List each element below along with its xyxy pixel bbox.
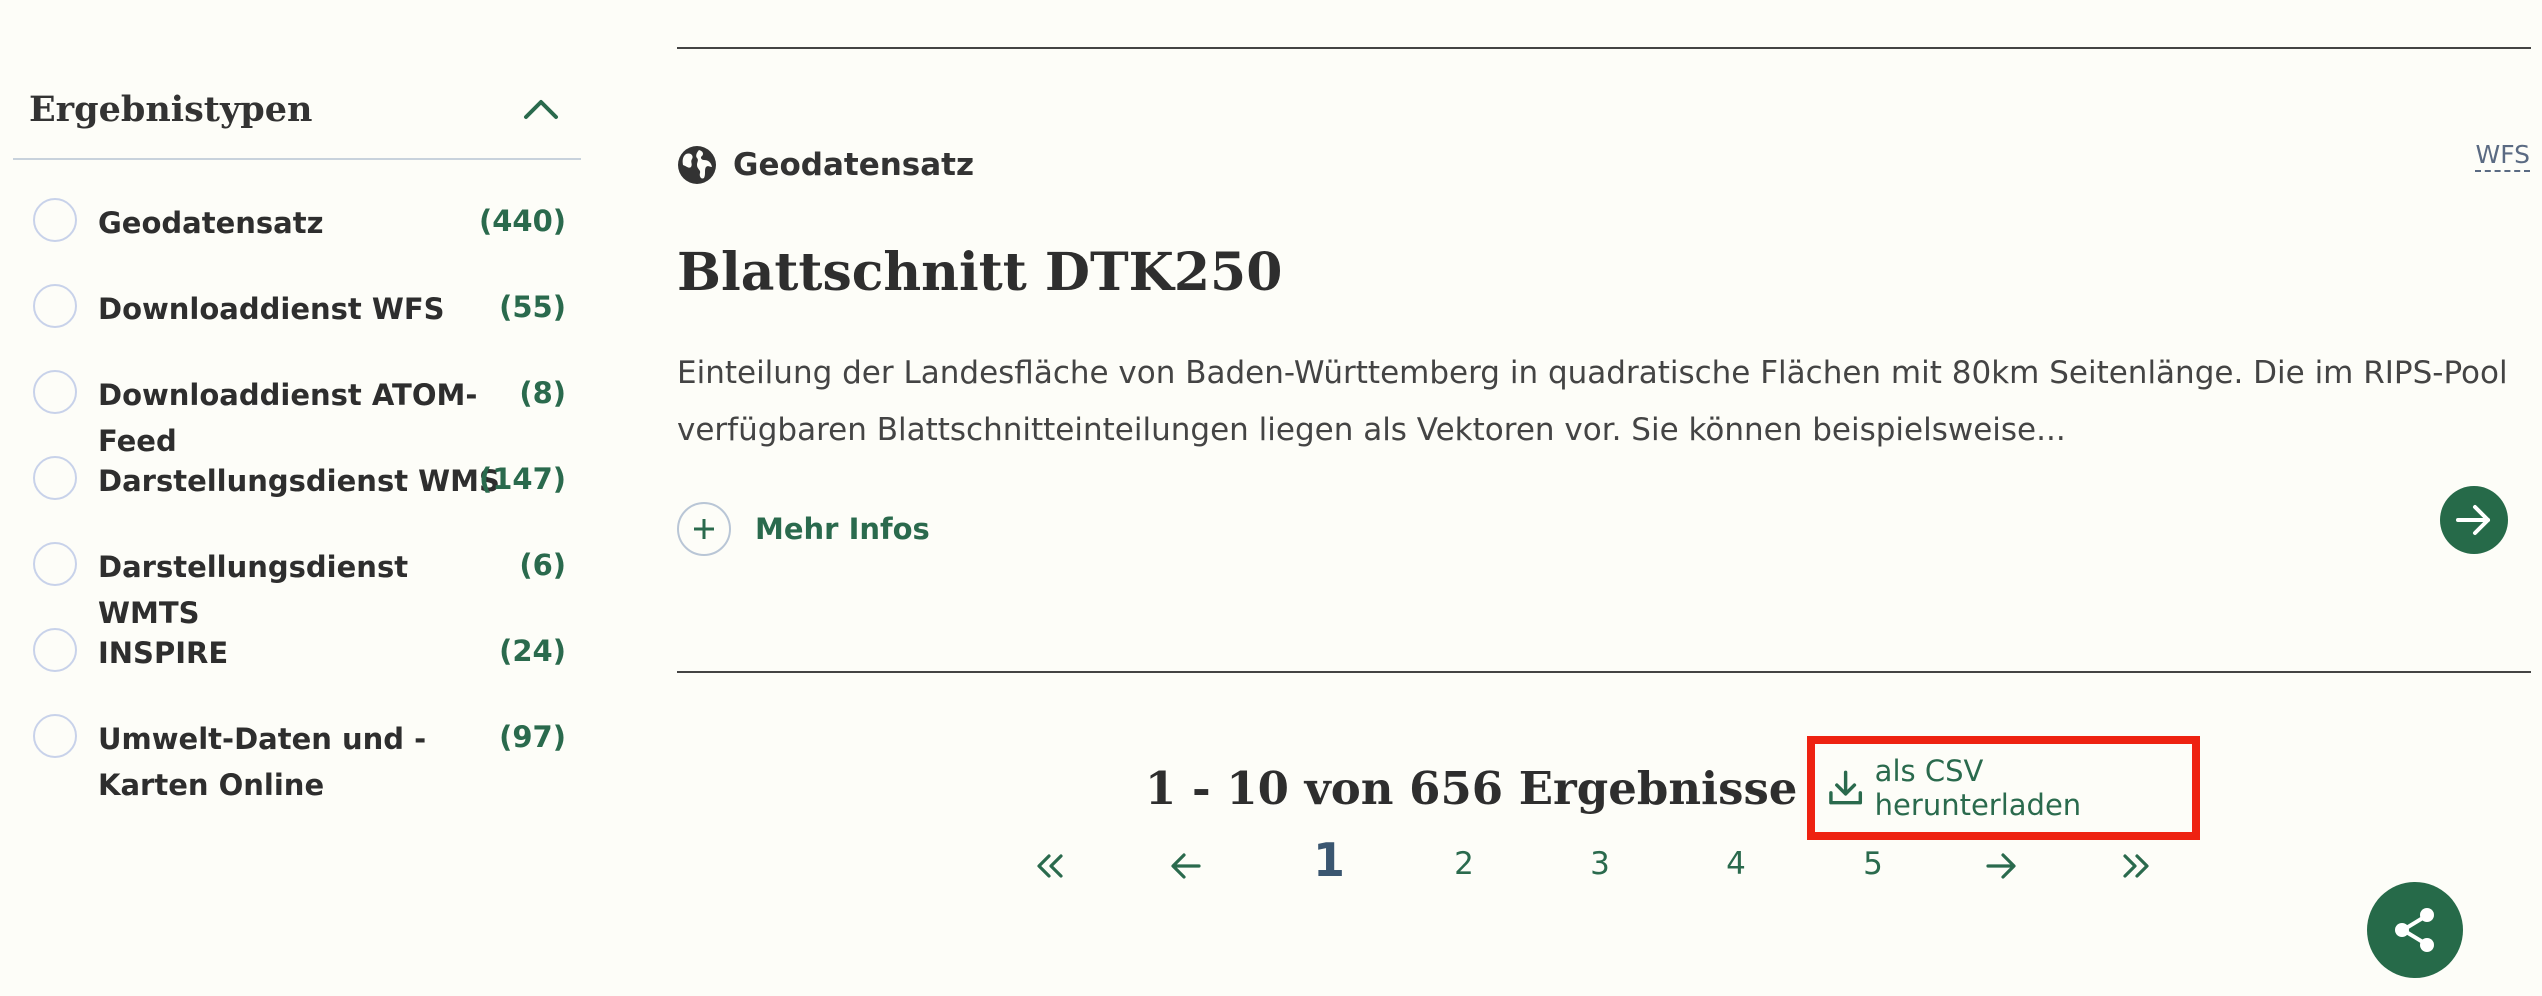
result-description: Einteilung der Landesfläche von Baden-Wü…: [677, 355, 2508, 448]
filter-item-count: (97): [499, 720, 566, 754]
filter-item-label: Geodatensatz: [98, 206, 324, 240]
filter-item-downloaddienst-atom-feed[interactable]: Downloaddienst ATOM-Feed (8): [13, 370, 581, 458]
filter-radio[interactable]: [33, 542, 77, 586]
double-chevron-right-icon: [2123, 853, 2149, 878]
filter-item-label: Umwelt-Daten und -Karten Online: [98, 722, 427, 802]
page-link[interactable]: 3: [1570, 836, 1630, 892]
filter-radio[interactable]: [33, 714, 77, 758]
current-page[interactable]: 1: [1299, 832, 1359, 888]
arrow-left-icon: [1171, 852, 1201, 879]
previous-page-button[interactable]: [1156, 836, 1216, 892]
filter-item-count: (440): [478, 204, 566, 238]
filter-item-umwelt-daten[interactable]: Umwelt-Daten und -Karten Online (97): [13, 714, 581, 814]
next-page-button[interactable]: [1971, 836, 2031, 892]
filter-item-count: (147): [478, 462, 566, 496]
page-link[interactable]: 4: [1706, 836, 1766, 892]
filter-radio[interactable]: [33, 198, 77, 242]
filter-radio[interactable]: [33, 628, 77, 672]
csv-download-label: als CSV herunterladen: [1874, 754, 2082, 822]
filter-item-geodatensatz[interactable]: Geodatensatz (440): [13, 198, 581, 258]
open-result-button[interactable]: [2440, 486, 2508, 554]
filter-item-downloaddienst-wfs[interactable]: Downloaddienst WFS (55): [13, 284, 581, 344]
filter-item-count: (6): [519, 548, 566, 582]
divider: [677, 671, 2531, 673]
globe-icon: [678, 146, 716, 184]
result-type-label: Geodatensatz: [733, 147, 975, 183]
filter-radio[interactable]: [33, 456, 77, 500]
filter-item-label: Darstellungsdienst WMS: [98, 464, 500, 498]
filter-item-label: Downloaddienst ATOM-Feed: [98, 378, 478, 458]
arrow-right-icon: [2456, 505, 2490, 535]
arrow-right-icon: [1986, 852, 2016, 879]
filter-radio[interactable]: [33, 284, 77, 328]
service-tag-wfs[interactable]: WFS: [2475, 140, 2530, 172]
result-type-filter: Ergebnistypen Geodatensatz (440) Downloa…: [13, 60, 581, 802]
filter-item-count: (55): [499, 290, 566, 324]
more-info-button[interactable]: Mehr Infos: [677, 502, 930, 556]
chevron-up-icon[interactable]: [521, 89, 561, 129]
filter-item-count: (24): [499, 634, 566, 668]
filter-item-label: INSPIRE: [98, 636, 229, 670]
result-count-text: 1 - 10 von 656 Ergebnisse: [1145, 761, 1798, 815]
filter-item-label: Downloaddienst WFS: [98, 292, 445, 326]
share-icon: [2395, 908, 2434, 952]
plus-icon: [677, 502, 731, 556]
page-link[interactable]: 5: [1843, 836, 1903, 892]
result-title[interactable]: Blattschnitt DTK250: [677, 242, 1282, 303]
csv-download-link[interactable]: als CSV herunterladen: [1807, 736, 2201, 840]
more-info-label: Mehr Infos: [755, 512, 930, 546]
filter-radio[interactable]: [33, 370, 77, 414]
result-type: Geodatensatz: [677, 145, 974, 185]
share-button[interactable]: [2367, 882, 2463, 978]
double-chevron-left-icon: [1037, 853, 1063, 878]
filter-title: Ergebnistypen: [29, 88, 313, 130]
result-summary: 1 - 10 von 656 Ergebnisse als CSV herunt…: [1145, 736, 2201, 840]
download-icon: [1829, 770, 1863, 805]
filter-item-darstellungsdienst-wms[interactable]: Darstellungsdienst WMS (147): [13, 456, 581, 516]
filter-item-darstellungsdienst-wmts[interactable]: Darstellungsdienst WMTS (6): [13, 542, 581, 630]
filter-item-inspire[interactable]: INSPIRE (24): [13, 628, 581, 688]
first-page-button[interactable]: [1020, 836, 1080, 892]
filter-header[interactable]: Ergebnistypen: [13, 60, 581, 160]
divider: [677, 47, 2531, 49]
filter-item-count: (8): [519, 376, 566, 410]
last-page-button[interactable]: [2106, 836, 2166, 892]
page-link[interactable]: 2: [1434, 836, 1494, 892]
filter-item-label: Darstellungsdienst WMTS: [98, 550, 409, 630]
